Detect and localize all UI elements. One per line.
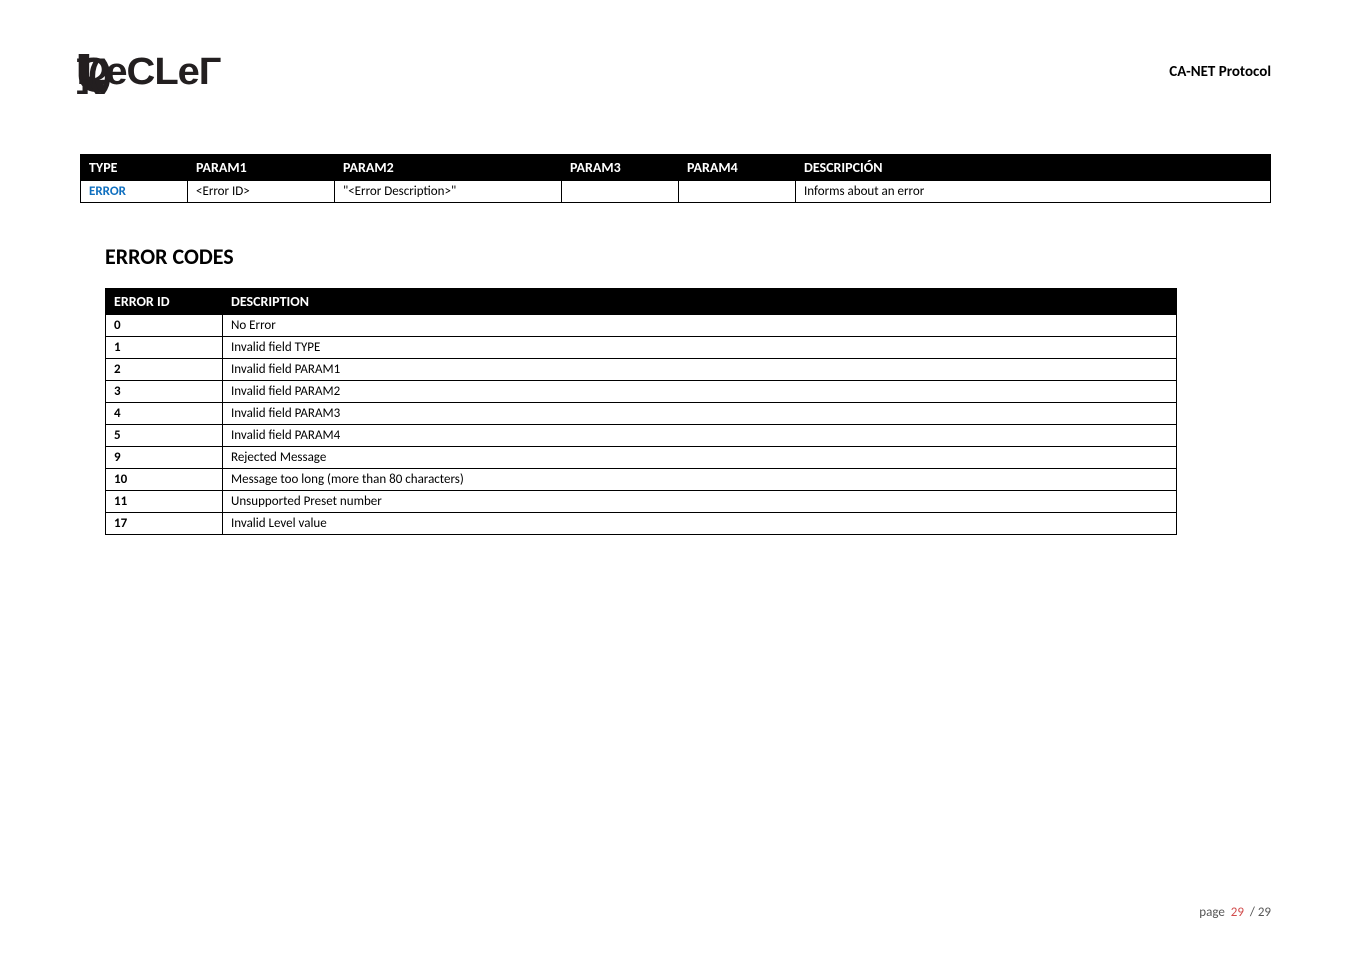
cell-error-id: 10 xyxy=(106,469,223,491)
table-header-row: TYPE PARAM1 PARAM2 PARAM3 PARAM4 DESCRIP… xyxy=(81,155,1271,181)
brand-logo: ]() ΩeCLeГ xyxy=(77,50,221,94)
footer-page-sep-char: / xyxy=(1250,905,1255,920)
col-header-param2: PARAM2 xyxy=(335,155,562,181)
error-codes-table: ERROR ID DESCRIPTION 0 No Error 1 Invali… xyxy=(105,288,1177,535)
table-row: ERROR <Error ID> "<Error Description>" I… xyxy=(81,181,1271,203)
table-row: 9 Rejected Message xyxy=(106,447,1177,469)
table-row: 17 Invalid Level value xyxy=(106,513,1177,535)
table-row: 5 Invalid field PARAM4 xyxy=(106,425,1177,447)
cell-error-desc: Invalid field PARAM2 xyxy=(223,381,1177,403)
page-container: ]() ΩeCLeГ CA-NET Protocol TYPE PARAM1 P… xyxy=(0,0,1351,954)
page-footer: page 29 / 29 xyxy=(1199,905,1271,920)
cell-param2: "<Error Description>" xyxy=(335,181,562,203)
cell-error-id: 3 xyxy=(106,381,223,403)
cell-error-id: 11 xyxy=(106,491,223,513)
cell-error-desc: Message too long (more than 80 character… xyxy=(223,469,1177,491)
table-row: 1 Invalid field TYPE xyxy=(106,337,1177,359)
cell-error-id: 17 xyxy=(106,513,223,535)
cell-desc: Informs about an error xyxy=(796,181,1271,203)
table-row: 10 Message too long (more than 80 charac… xyxy=(106,469,1177,491)
section-title-error-codes: ERROR CODES xyxy=(105,243,1271,270)
cell-error-desc: Invalid field PARAM1 xyxy=(223,359,1177,381)
table-row: 2 Invalid field PARAM1 xyxy=(106,359,1177,381)
cell-error-id: 0 xyxy=(106,315,223,337)
col-header-type: TYPE xyxy=(81,155,188,181)
cell-param3 xyxy=(562,181,679,203)
document-title: CA-NET Protocol xyxy=(1169,63,1271,81)
col-header-error-id: ERROR ID xyxy=(106,289,223,315)
cell-param1: <Error ID> xyxy=(188,181,335,203)
protocol-table: TYPE PARAM1 PARAM2 PARAM3 PARAM4 DESCRIP… xyxy=(80,154,1271,203)
cell-error-desc: Invalid field PARAM3 xyxy=(223,403,1177,425)
footer-page-current: 29 xyxy=(1231,905,1244,920)
cell-error-desc: Invalid Level value xyxy=(223,513,1177,535)
cell-error-id: 4 xyxy=(106,403,223,425)
table-row: 4 Invalid field PARAM3 xyxy=(106,403,1177,425)
cell-error-desc: No Error xyxy=(223,315,1177,337)
col-header-desc: DESCRIPCIÓN xyxy=(796,155,1271,181)
cell-error-id: 9 xyxy=(106,447,223,469)
col-header-error-desc: DESCRIPTION xyxy=(223,289,1177,315)
page-header: ]() ΩeCLeГ CA-NET Protocol xyxy=(80,50,1271,94)
cell-error-desc: Unsupported Preset number xyxy=(223,491,1177,513)
cell-error-desc: Rejected Message xyxy=(223,447,1177,469)
table-row: 11 Unsupported Preset number xyxy=(106,491,1177,513)
footer-page-label: page xyxy=(1199,905,1225,920)
cell-error-id: 5 xyxy=(106,425,223,447)
cell-error-id: 1 xyxy=(106,337,223,359)
col-header-param3: PARAM3 xyxy=(562,155,679,181)
cell-error-id: 2 xyxy=(106,359,223,381)
cell-error-desc: Invalid field PARAM4 xyxy=(223,425,1177,447)
cell-error-desc: Invalid field TYPE xyxy=(223,337,1177,359)
table-row: 3 Invalid field PARAM2 xyxy=(106,381,1177,403)
footer-page-total: 29 xyxy=(1258,905,1271,920)
table-row: 0 No Error xyxy=(106,315,1177,337)
cell-param4 xyxy=(679,181,796,203)
cell-type: ERROR xyxy=(81,181,188,203)
col-header-param4: PARAM4 xyxy=(679,155,796,181)
table-header-row: ERROR ID DESCRIPTION xyxy=(106,289,1177,315)
col-header-param1: PARAM1 xyxy=(188,155,335,181)
